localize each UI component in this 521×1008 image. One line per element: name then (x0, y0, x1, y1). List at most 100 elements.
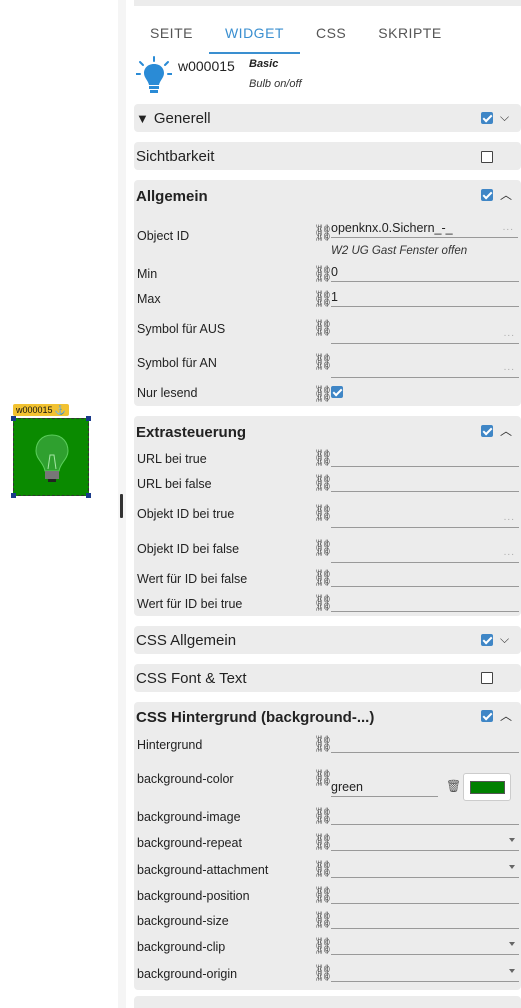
bulb-icon (35, 434, 69, 482)
field-objekt-id-false: Objekt ID bei false ⛓ ... (137, 537, 519, 565)
objekt-id-false-input[interactable]: ... (331, 545, 519, 563)
field-label: Object ID (137, 229, 190, 243)
trash-icon[interactable]: 🗑 (446, 779, 461, 793)
lightbulb-icon (136, 56, 172, 93)
color-swatch-button[interactable] (463, 773, 511, 801)
section-allgemein: Allgemein ︿ Object ID ⛓ openknx.0.Sicher… (134, 180, 521, 406)
chevron-down-icon[interactable]: ⌵ (500, 632, 509, 647)
field-background-repeat: background-repeat ⛓ (137, 833, 519, 854)
field-label: background-color (137, 772, 234, 786)
widget-set-label: Basic (249, 58, 279, 70)
field-label: background-image (137, 810, 241, 824)
field-min: Min ⛓ 0 (137, 264, 519, 286)
widget-info: w000015 Basic Bulb on/off (136, 56, 516, 96)
field-nur-lesend: Nur lesend ⛓ (137, 384, 517, 404)
section-title: CSS Hintergrund (background-...) (136, 708, 375, 726)
background-image-input[interactable] (331, 807, 519, 825)
field-background-attachment: background-attachment ⛓ (137, 860, 519, 881)
field-background-color: background-color ⛓ green 🗑 (137, 768, 517, 802)
field-label: background-repeat (137, 836, 242, 850)
field-label: Wert für ID bei true (137, 597, 243, 611)
section-css-allgemein[interactable]: CSS Allgemein ⌵ (134, 626, 521, 654)
section-title: Generell (153, 109, 211, 127)
chevron-up-icon[interactable]: ︿ (500, 422, 512, 439)
widget-id-label: w000015 (178, 58, 235, 74)
field-symbol-an: Symbol für AN ⛓ ... (137, 351, 519, 381)
tab-skripte[interactable]: SKRIPTE (362, 18, 457, 54)
resize-handle-tl[interactable] (11, 416, 16, 421)
top-scroll-strip (134, 0, 521, 6)
extrasteuerung-checkbox[interactable] (481, 425, 493, 437)
field-label: URL bei true (137, 452, 207, 466)
chevron-down-icon[interactable]: ⌵ (500, 110, 509, 125)
generell-checkbox[interactable] (481, 112, 493, 124)
tab-widget[interactable]: WIDGET (208, 18, 300, 54)
nur-lesend-checkbox[interactable] (331, 386, 343, 398)
background-attachment-select[interactable] (331, 860, 519, 878)
section-title: CSS Allgemein (136, 631, 237, 649)
field-label: Max (137, 292, 161, 306)
wert-false-input[interactable] (331, 569, 519, 587)
field-background-size: background-size ⛓ (137, 911, 519, 932)
background-size-input[interactable] (331, 911, 519, 929)
field-label: background-clip (137, 940, 226, 954)
symbol-aus-input[interactable]: ... (331, 326, 519, 344)
chevron-up-icon[interactable]: ︿ (500, 186, 512, 203)
widget-id-tag: w000015 ⚓ (13, 404, 69, 416)
section-title: Allgemein (136, 187, 208, 205)
field-label: background-attachment (137, 863, 269, 877)
field-label: Objekt ID bei true (137, 507, 235, 521)
background-repeat-select[interactable] (331, 833, 519, 851)
wert-true-input[interactable] (331, 594, 519, 612)
field-label: Symbol für AUS (137, 322, 226, 336)
background-position-input[interactable] (331, 886, 519, 904)
section-title: Sichtbarkeit (136, 147, 215, 165)
min-input[interactable]: 0 (331, 264, 519, 282)
css-hintergrund-checkbox[interactable] (481, 710, 493, 722)
anchor-icon[interactable]: ⚓ (55, 404, 66, 416)
symbol-an-input[interactable]: ... (331, 360, 519, 378)
section-generell[interactable]: ▼ Generell ⌵ (134, 104, 521, 132)
tab-seite[interactable]: SEITE (134, 18, 209, 54)
field-hintergrund: Hintergrund ⛓ (137, 735, 519, 756)
field-label: Nur lesend (137, 386, 198, 400)
field-background-position: background-position ⛓ (137, 886, 519, 907)
field-wert-false: Wert für ID bei false ⛓ (137, 569, 519, 590)
background-color-input[interactable]: green (331, 779, 438, 797)
bulb-widget[interactable] (11, 416, 91, 498)
background-origin-select[interactable] (331, 964, 519, 982)
field-symbol-aus: Symbol für AUS ⛓ ... (137, 316, 519, 346)
section-css-font[interactable]: CSS Font & Text (134, 664, 521, 692)
field-url-false: URL bei false ⛓ (137, 474, 519, 495)
field-label: Symbol für AN (137, 356, 217, 370)
css-allgemein-checkbox[interactable] (481, 634, 493, 646)
widget-tag-label: w000015 (16, 405, 53, 415)
field-label: Min (137, 267, 158, 281)
field-wert-true: Wert für ID bei true ⛓ (137, 594, 519, 615)
sichtbarkeit-checkbox[interactable] (481, 151, 493, 163)
max-input[interactable]: 1 (331, 289, 519, 307)
resize-handle-br[interactable] (86, 493, 91, 498)
section-extrasteuerung: Extrasteuerung ︿ URL bei true ⛓ URL bei … (134, 416, 521, 616)
css-font-checkbox[interactable] (481, 672, 493, 684)
resize-handle-tr[interactable] (86, 416, 91, 421)
field-label: background-position (137, 889, 250, 903)
objekt-id-true-input[interactable]: ... (331, 510, 519, 528)
resize-handle-bl[interactable] (11, 493, 16, 498)
tab-css[interactable]: CSS (300, 18, 362, 54)
url-false-input[interactable] (331, 474, 519, 492)
object-id-hint: W2 UG Gast Fenster offen (331, 245, 468, 257)
hintergrund-input[interactable] (331, 735, 519, 753)
url-true-input[interactable] (331, 449, 519, 467)
section-title: Extrasteuerung (136, 423, 247, 441)
splitter-handle[interactable] (120, 494, 123, 518)
section-next-partial (134, 996, 521, 1008)
section-sichtbarkeit[interactable]: Sichtbarkeit (134, 142, 521, 170)
editor-canvas (0, 0, 118, 1008)
field-background-clip: background-clip ⛓ (137, 937, 519, 958)
background-clip-select[interactable] (331, 937, 519, 955)
color-swatch (470, 781, 505, 794)
allgemein-checkbox[interactable] (481, 189, 493, 201)
object-id-input[interactable]: openknx.0.Sichern_-_... (331, 220, 518, 238)
chevron-up-icon[interactable]: ︿ (500, 707, 512, 724)
